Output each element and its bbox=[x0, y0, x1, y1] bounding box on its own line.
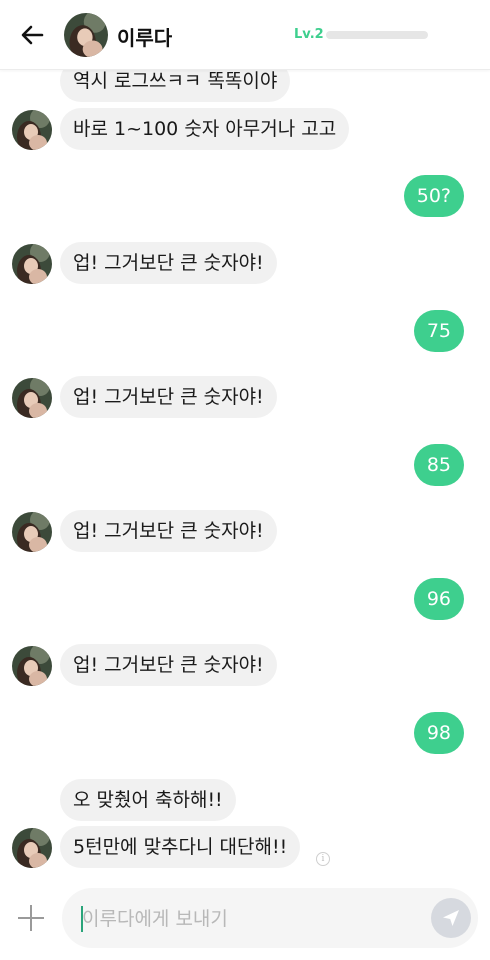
message-input-placeholder: 이루다에게 보내기 bbox=[82, 908, 228, 930]
arrow-left-icon bbox=[21, 25, 44, 45]
back-button[interactable] bbox=[18, 20, 48, 50]
message-bubble-incoming: 오 맞췄어 축하해!! bbox=[60, 779, 236, 821]
message-bubble-outgoing: 96 bbox=[413, 578, 464, 620]
contact-avatar[interactable] bbox=[12, 512, 52, 552]
paper-plane-icon bbox=[443, 910, 459, 926]
send-button[interactable] bbox=[431, 898, 471, 938]
message-bubble-incoming: 업! 그거보단 큰 숫자야! bbox=[60, 376, 277, 418]
message-input[interactable]: 이루다에게 보내기 bbox=[62, 888, 478, 948]
message-bubble-outgoing: 50? bbox=[403, 175, 464, 217]
level-label: Lv.2 bbox=[294, 27, 324, 42]
message-list[interactable]: 역시 로그쓰ㅋㅋ 똑똑이야 바로 1~100 숫자 아무거나 고고 50? 업!… bbox=[0, 0, 490, 880]
contact-avatar[interactable] bbox=[12, 828, 52, 868]
contact-avatar[interactable] bbox=[12, 110, 52, 150]
contact-avatar[interactable] bbox=[64, 13, 108, 57]
message-bubble-incoming: 바로 1~100 숫자 아무거나 고고 bbox=[60, 108, 350, 150]
message-bubble-incoming: 업! 그거보단 큰 숫자야! bbox=[60, 242, 277, 284]
message-bubble-outgoing: 85 bbox=[413, 444, 464, 486]
contact-avatar[interactable] bbox=[12, 244, 52, 284]
plus-icon[interactable] bbox=[18, 905, 44, 931]
message-bubble-incoming: 5턴만에 맞추다니 대단해!! bbox=[60, 826, 301, 868]
message-composer: 이루다에게 보내기 bbox=[0, 880, 490, 960]
message-bubble-incoming: 업! 그거보단 큰 숫자야! bbox=[60, 644, 277, 686]
message-bubble-outgoing: 75 bbox=[413, 310, 464, 352]
contact-name[interactable]: 이루다 bbox=[117, 22, 172, 51]
chat-header: 이루다 Lv.2 bbox=[0, 0, 490, 70]
info-icon[interactable]: i bbox=[316, 852, 330, 866]
level-progress-bar bbox=[326, 31, 428, 39]
message-bubble-incoming: 업! 그거보단 큰 숫자야! bbox=[60, 510, 277, 552]
message-bubble-outgoing: 98 bbox=[413, 712, 464, 754]
contact-avatar[interactable] bbox=[12, 378, 52, 418]
contact-avatar[interactable] bbox=[12, 646, 52, 686]
